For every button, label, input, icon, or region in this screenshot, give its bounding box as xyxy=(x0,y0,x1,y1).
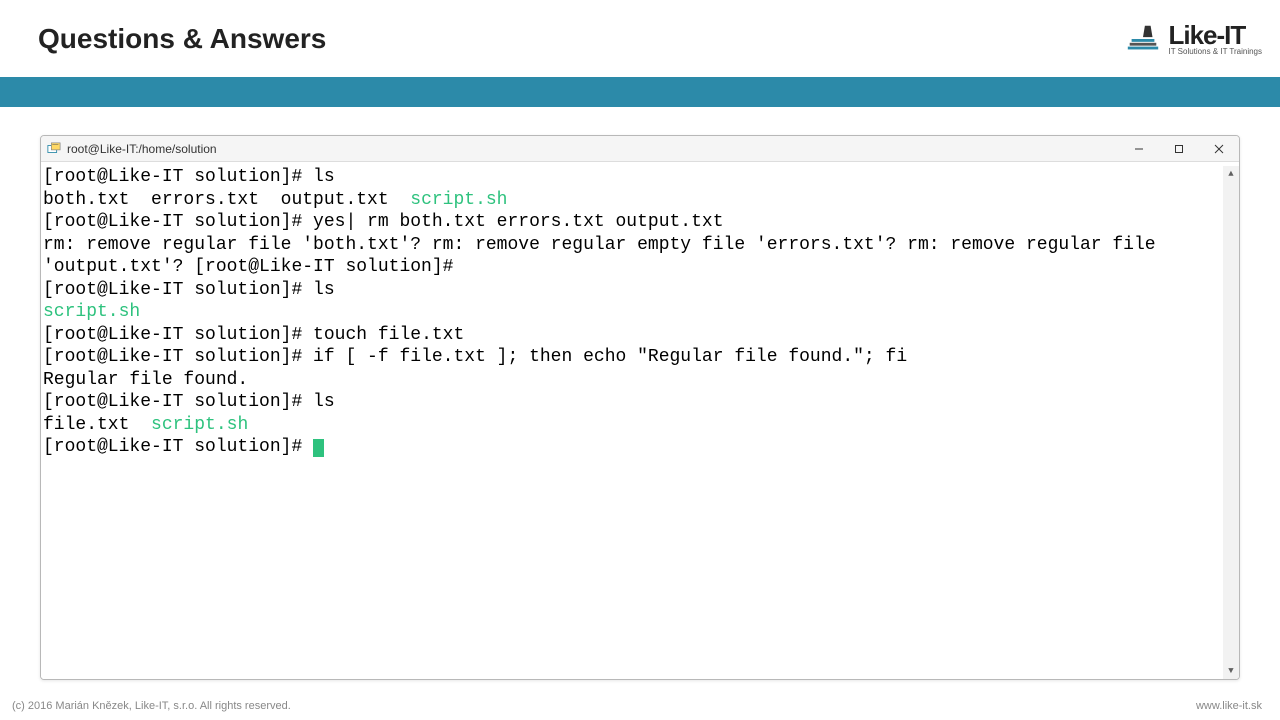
window-titlebar[interactable]: root@Like-IT:/home/solution xyxy=(41,136,1239,162)
command-text: yes| rm both.txt errors.txt output.txt xyxy=(313,212,723,232)
command-text: if [ -f file.txt ]; then echo "Regular f… xyxy=(313,347,907,367)
prompt: [root@Like-IT solution]# xyxy=(43,325,313,345)
executable-file: script.sh xyxy=(410,190,507,210)
output-text: Regular file found. xyxy=(43,370,248,390)
prompt: [root@Like-IT solution]# xyxy=(43,392,313,412)
file-name: both.txt errors.txt output.txt xyxy=(43,190,410,210)
page-header: Questions & Answers Like-IT IT Solutions… xyxy=(0,0,1280,77)
putty-icon xyxy=(47,142,61,156)
minimize-button[interactable] xyxy=(1119,136,1159,161)
page-title: Questions & Answers xyxy=(38,23,326,55)
command-text: touch file.txt xyxy=(313,325,464,345)
executable-file: script.sh xyxy=(43,302,140,322)
books-icon xyxy=(1124,20,1162,58)
brand-logo: Like-IT IT Solutions & IT Trainings xyxy=(1124,20,1262,58)
scroll-down-icon[interactable]: ▼ xyxy=(1223,663,1239,679)
close-icon xyxy=(1214,144,1224,154)
command-text: ls xyxy=(313,167,335,187)
content-area: root@Like-IT:/home/solution [root@Like-I… xyxy=(0,107,1280,680)
command-text: ls xyxy=(313,392,335,412)
copyright-text: (c) 2016 Marián Knězek, Like-IT, s.r.o. … xyxy=(12,700,291,712)
command-text: ls xyxy=(313,280,335,300)
scrollbar[interactable]: ▲ ▼ xyxy=(1223,166,1239,679)
logo-name: Like-IT xyxy=(1168,22,1262,48)
logo-tagline: IT Solutions & IT Trainings xyxy=(1168,48,1262,56)
executable-file: script.sh xyxy=(151,415,248,435)
terminal-content[interactable]: [root@Like-IT solution]# ls both.txt err… xyxy=(41,166,1223,679)
accent-bar xyxy=(0,77,1280,107)
output-text: rm: remove regular file 'both.txt'? rm: … xyxy=(43,235,1166,278)
page-footer: (c) 2016 Marián Knězek, Like-IT, s.r.o. … xyxy=(0,700,1280,712)
prompt: [root@Like-IT solution]# xyxy=(43,212,313,232)
prompt: [root@Like-IT solution]# xyxy=(43,437,313,457)
prompt: [root@Like-IT solution]# xyxy=(43,167,313,187)
file-name: file.txt xyxy=(43,415,151,435)
cursor xyxy=(313,439,324,457)
prompt: [root@Like-IT solution]# xyxy=(43,280,313,300)
window-title: root@Like-IT:/home/solution xyxy=(67,142,217,156)
maximize-button[interactable] xyxy=(1159,136,1199,161)
prompt: [root@Like-IT solution]# xyxy=(43,347,313,367)
scroll-up-icon[interactable]: ▲ xyxy=(1223,166,1239,182)
terminal-window: root@Like-IT:/home/solution [root@Like-I… xyxy=(40,135,1240,680)
window-controls xyxy=(1119,136,1239,161)
minimize-icon xyxy=(1134,144,1144,154)
footer-url: www.like-it.sk xyxy=(1196,700,1262,712)
terminal-body[interactable]: [root@Like-IT solution]# ls both.txt err… xyxy=(41,162,1239,679)
close-button[interactable] xyxy=(1199,136,1239,161)
maximize-icon xyxy=(1174,144,1184,154)
